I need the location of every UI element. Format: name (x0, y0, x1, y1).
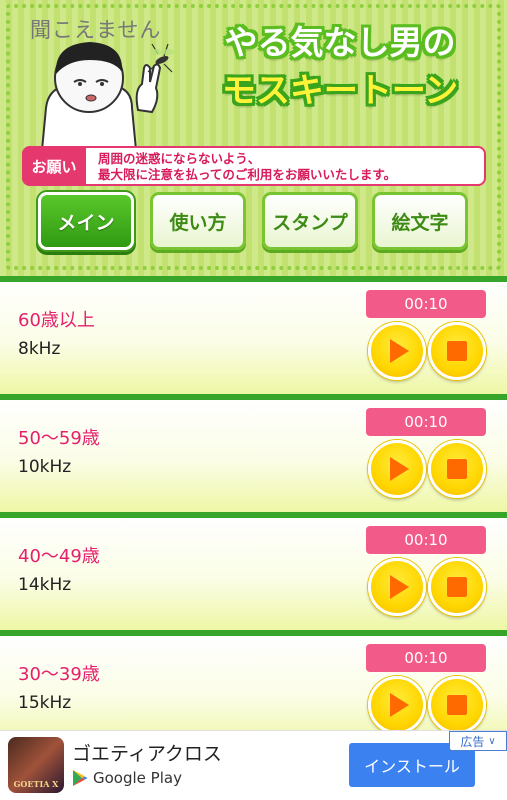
ad-banner[interactable]: GOETIA X ゴエティアクロス Google Play インストール 広告 … (0, 730, 507, 800)
app-header: 聞こえません やる気なし男の モスキートーン お願い 周囲の迷惑にならないよう、 (0, 0, 507, 276)
app-title-line2: モスキートーン (221, 71, 459, 111)
mosquito-icon (147, 43, 174, 73)
ad-app-icon-text: GOETIA X (13, 779, 59, 789)
tone-age-range: 60歳以上 (18, 310, 95, 331)
play-icon (390, 693, 409, 717)
stop-icon (447, 577, 467, 597)
tone-age-range: 50〜59歳 (18, 428, 100, 449)
ad-app-name[interactable]: ゴエティアクロス (72, 739, 222, 766)
play-button[interactable] (368, 676, 426, 734)
tone-age-range: 40〜49歳 (18, 546, 100, 567)
play-button[interactable] (368, 558, 426, 616)
play-button[interactable] (368, 322, 426, 380)
tone-duration: 00:10 (366, 526, 486, 554)
ad-choices-badge[interactable]: 広告 ∨ (449, 731, 507, 751)
tone-frequency: 14kHz (18, 575, 72, 595)
tone-frequency: 10kHz (18, 457, 72, 477)
tab-bar: メイン 使い方 スタンプ 絵文字 (38, 192, 478, 252)
ad-badge-label: 広告 (460, 734, 485, 749)
tab-usage[interactable]: 使い方 (150, 192, 246, 250)
ad-store-name: Google Play (93, 769, 182, 787)
notice-line-1: 周囲の迷惑にならないよう、 (98, 151, 261, 166)
play-icon (390, 575, 409, 599)
stop-button[interactable] (428, 322, 486, 380)
tab-main[interactable]: メイン (38, 192, 134, 250)
ad-store-label: Google Play (72, 769, 182, 787)
usage-notice: お願い 周囲の迷惑にならないよう、 最大限に注意を払ってのご利用をお願いいたしま… (22, 146, 486, 186)
stop-button[interactable] (428, 558, 486, 616)
play-icon (390, 457, 409, 481)
tone-frequency: 15kHz (18, 693, 72, 713)
tone-frequency: 8kHz (18, 339, 61, 359)
tone-row: 50〜59歳 10kHz 00:10 (0, 394, 507, 512)
stop-icon (447, 695, 467, 715)
stop-button[interactable] (428, 676, 486, 734)
app-title: やる気なし男の モスキートーン (190, 22, 490, 114)
notice-line-2: 最大限に注意を払ってのご利用をお願いいたします。 (98, 167, 397, 182)
stop-icon (447, 341, 467, 361)
stop-button[interactable] (428, 440, 486, 498)
tone-row: 40〜49歳 14kHz 00:10 (0, 512, 507, 630)
tone-duration: 00:10 (366, 644, 486, 672)
notice-badge: お願い (22, 146, 86, 186)
mascot-illustration (40, 42, 174, 150)
ad-app-icon[interactable]: GOETIA X (8, 737, 64, 793)
notice-text: 周囲の迷惑にならないよう、 最大限に注意を払ってのご利用をお願いいたします。 (98, 151, 396, 183)
tab-emoji[interactable]: 絵文字 (372, 192, 468, 250)
google-play-icon (73, 770, 88, 786)
app-title-line1: やる気なし男の (224, 23, 456, 62)
tone-duration: 00:10 (366, 408, 486, 436)
tone-duration: 00:10 (366, 290, 486, 318)
play-icon (390, 339, 409, 363)
tone-age-range: 30〜39歳 (18, 664, 100, 685)
play-button[interactable] (368, 440, 426, 498)
tone-row: 60歳以上 8kHz 00:10 (0, 276, 507, 394)
chevron-down-icon: ∨ (488, 735, 496, 747)
stop-icon (447, 459, 467, 479)
tab-stamp[interactable]: スタンプ (262, 192, 358, 250)
